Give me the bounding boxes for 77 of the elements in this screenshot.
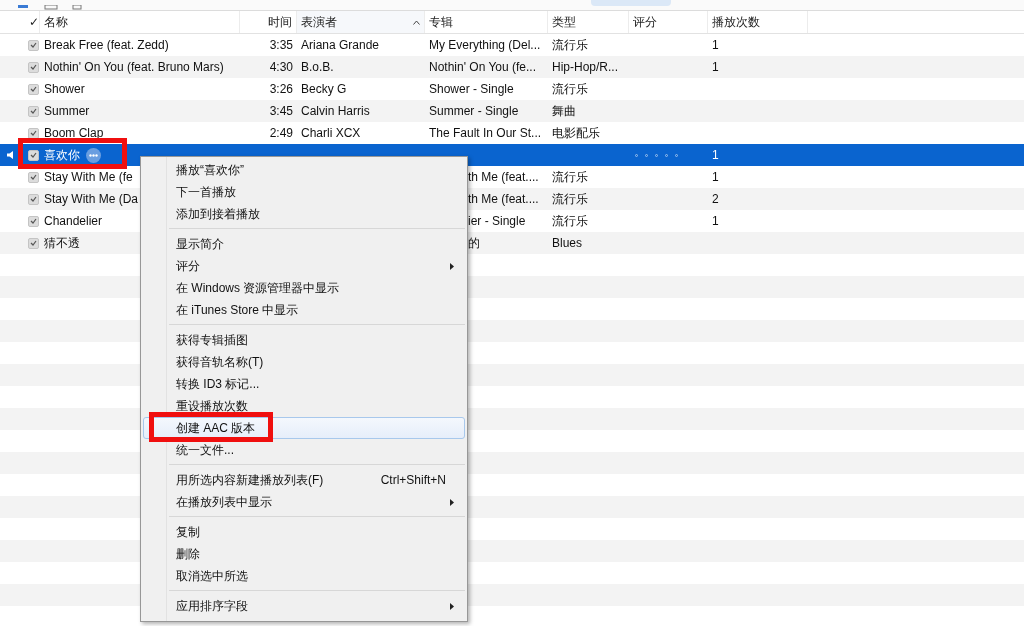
track-genre: 流行乐 bbox=[551, 36, 589, 54]
track-genre: 流行乐 bbox=[551, 168, 589, 186]
track-genre: 舞曲 bbox=[551, 102, 577, 120]
track-row[interactable]: Summer 3:45 Calvin Harris Summer - Single 舞曲 bbox=[0, 100, 1024, 122]
ellipsis-icon bbox=[89, 153, 98, 157]
track-checkbox[interactable] bbox=[28, 237, 39, 249]
track-album: Summer - Single bbox=[428, 104, 520, 118]
track-name: 喜欢你 bbox=[44, 146, 80, 164]
track-row[interactable]: Nothin' On You (feat. Bruno Mars) 4:30 B.o.B. Nothin' On You (fe... Hip-Hop/R... 1 bbox=[0, 56, 1024, 78]
track-checkbox[interactable] bbox=[28, 83, 39, 95]
track-name: 猜不透 bbox=[44, 234, 80, 252]
track-name: Summer bbox=[44, 104, 90, 118]
track-checkbox[interactable] bbox=[28, 149, 39, 161]
track-genre: Blues bbox=[551, 236, 584, 250]
menu-item[interactable]: 评分 bbox=[143, 255, 465, 277]
track-checkbox[interactable] bbox=[28, 215, 39, 227]
play-count: 1 bbox=[711, 60, 720, 74]
menu-item[interactable]: 转换 ID3 标记... bbox=[143, 373, 465, 395]
more-button[interactable] bbox=[86, 147, 101, 163]
menu-item[interactable]: 重设播放次数 bbox=[143, 395, 465, 417]
track-name: Stay With Me (fe bbox=[44, 170, 133, 184]
track-time: 2:49 bbox=[268, 126, 294, 140]
menu-item[interactable]: 用所选内容新建播放列表(F) Ctrl+Shift+N bbox=[143, 469, 465, 491]
track-artist: Ariana Grande bbox=[300, 38, 381, 52]
track-album: ier - Single bbox=[467, 214, 527, 228]
menu-item[interactable]: 在播放列表中显示 bbox=[143, 491, 465, 513]
menu-item[interactable]: 在 iTunes Store 中显示 bbox=[143, 299, 465, 321]
track-name: Boom Clap bbox=[44, 126, 104, 140]
track-genre: Hip-Hop/R... bbox=[551, 60, 620, 74]
track-checkbox[interactable] bbox=[28, 39, 39, 51]
play-count: 1 bbox=[711, 148, 720, 162]
menu-item[interactable]: 应用排序字段 bbox=[143, 595, 465, 617]
play-count: 1 bbox=[711, 214, 720, 228]
track-name: Nothin' On You (feat. Bruno Mars) bbox=[44, 60, 224, 74]
menu-item[interactable]: 显示简介 bbox=[143, 233, 465, 255]
menu-item[interactable]: 复制 bbox=[143, 521, 465, 543]
track-album: th Me (feat.... bbox=[467, 170, 540, 184]
track-album: 的 bbox=[467, 234, 481, 252]
column-header[interactable]: 表演者 bbox=[297, 11, 425, 33]
track-checkbox[interactable] bbox=[28, 127, 39, 139]
track-checkbox[interactable] bbox=[28, 105, 39, 117]
play-count: 1 bbox=[711, 170, 720, 184]
track-genre: 流行乐 bbox=[551, 190, 589, 208]
track-album: Nothin' On You (fe... bbox=[428, 60, 538, 74]
track-genre: 电影配乐 bbox=[551, 124, 601, 142]
play-count: 2 bbox=[711, 192, 720, 206]
track-time: 3:26 bbox=[268, 82, 294, 96]
track-artist: Calvin Harris bbox=[300, 104, 371, 118]
track-name: Stay With Me (Da bbox=[44, 192, 139, 206]
menu-item[interactable]: 取消选中所选 bbox=[143, 565, 465, 587]
track-album: th Me (feat.... bbox=[467, 192, 540, 206]
track-album: The Fault In Our St... bbox=[428, 126, 543, 140]
sort-caret-icon bbox=[413, 19, 420, 25]
track-genre: 流行乐 bbox=[551, 80, 589, 98]
track-time: 3:35 bbox=[268, 38, 294, 52]
track-checkbox[interactable] bbox=[28, 193, 39, 205]
track-album: Shower - Single bbox=[428, 82, 515, 96]
shortcut-label: Ctrl+Shift+N bbox=[380, 472, 446, 489]
menu-item[interactable]: 创建 AAC 版本 bbox=[143, 417, 465, 439]
track-checkbox[interactable] bbox=[28, 61, 39, 73]
track-artist: Charli XCX bbox=[300, 126, 362, 140]
track-checkbox[interactable] bbox=[28, 171, 39, 183]
track-time: 4:30 bbox=[268, 60, 294, 74]
track-album: My Everything (Del... bbox=[428, 38, 542, 52]
menu-item[interactable]: 在 Windows 资源管理器中显示 bbox=[143, 277, 465, 299]
menu-item[interactable]: 删除 bbox=[143, 543, 465, 565]
track-time: 3:45 bbox=[268, 104, 294, 118]
track-artist: B.o.B. bbox=[300, 60, 335, 74]
menu-item[interactable]: 获得音轨名称(T) bbox=[143, 351, 465, 373]
menu-item[interactable]: 统一文件... bbox=[143, 439, 465, 461]
play-count: 1 bbox=[711, 38, 720, 52]
track-artist: Becky G bbox=[300, 82, 348, 96]
track-name: Chandelier bbox=[44, 214, 103, 228]
track-name: Shower bbox=[44, 82, 85, 96]
menu-item[interactable]: 获得专辑插图 bbox=[143, 329, 465, 351]
track-genre: 流行乐 bbox=[551, 212, 589, 230]
track-name: Break Free (feat. Zedd) bbox=[44, 38, 169, 52]
